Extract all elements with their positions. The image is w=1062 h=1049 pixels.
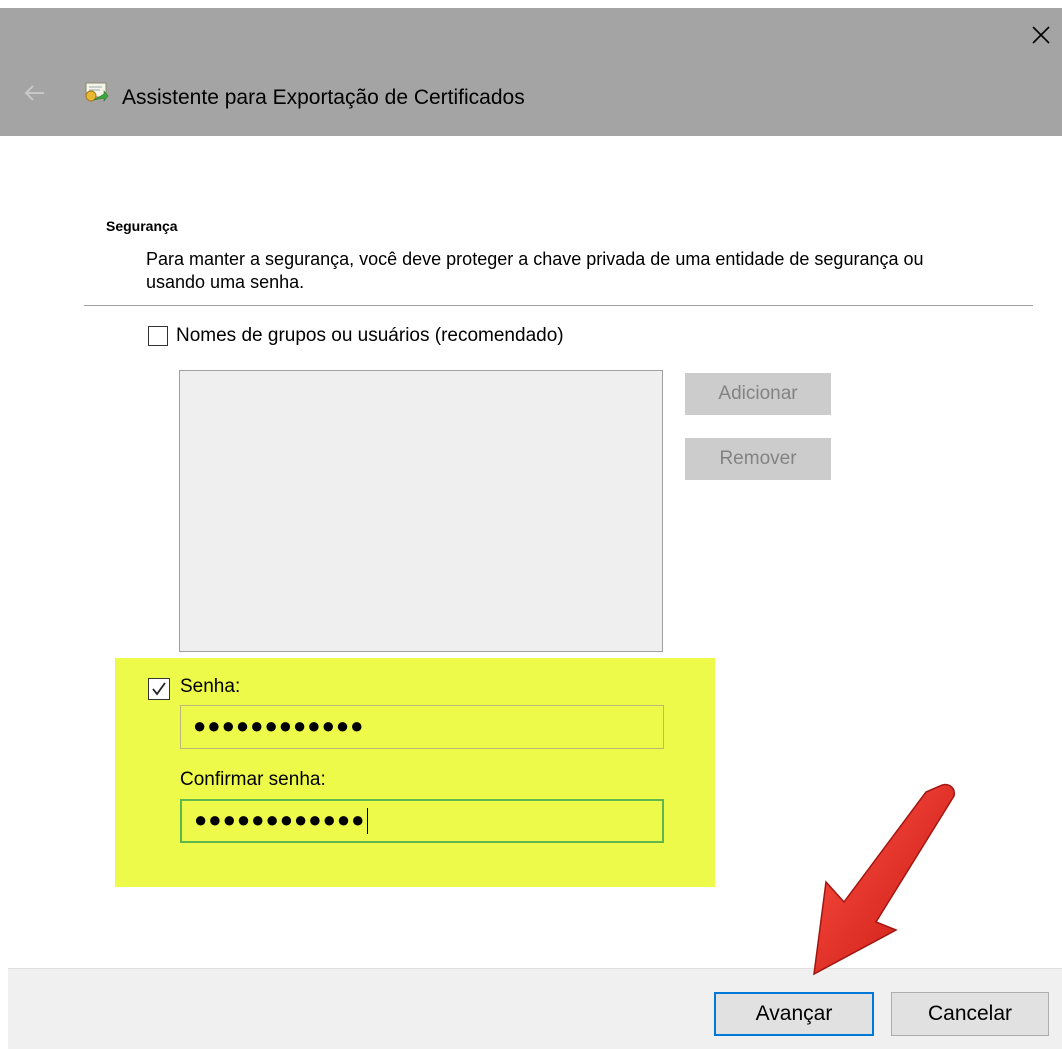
password-checkbox-label[interactable]: Senha: xyxy=(180,676,240,698)
title-bar: Assistente para Exportação de Certificad… xyxy=(0,8,1062,136)
cancel-button[interactable]: Cancelar xyxy=(891,992,1049,1036)
confirm-password-value: ●●●●●●●●●●●● xyxy=(194,807,366,832)
divider xyxy=(84,305,1033,306)
password-checkbox[interactable] xyxy=(148,678,170,700)
section-heading: Segurança xyxy=(106,218,178,234)
groups-list[interactable] xyxy=(179,370,663,652)
confirm-password-label: Confirmar senha: xyxy=(180,769,326,790)
password-value: ●●●●●●●●●●●● xyxy=(193,713,365,738)
add-button[interactable]: Adicionar xyxy=(685,373,831,415)
password-input[interactable]: ●●●●●●●●●●●● xyxy=(180,705,664,749)
back-arrow-icon xyxy=(24,85,44,101)
confirm-password-input[interactable]: ●●●●●●●●●●●● xyxy=(180,799,664,843)
remove-button[interactable]: Remover xyxy=(685,438,831,480)
section-description: Para manter a segurança, você deve prote… xyxy=(146,249,924,292)
close-button[interactable] xyxy=(1028,22,1054,48)
window-title: Assistente para Exportação de Certificad… xyxy=(122,86,525,109)
certificate-icon xyxy=(80,80,110,106)
top-strip xyxy=(0,0,1062,8)
groups-checkbox[interactable] xyxy=(148,326,168,346)
groups-checkbox-label[interactable]: Nomes de grupos ou usuários (recomendado… xyxy=(176,325,564,347)
checkmark-icon xyxy=(152,682,166,696)
annotation-arrow-icon xyxy=(813,783,955,976)
text-caret xyxy=(367,808,369,835)
next-button[interactable]: Avançar xyxy=(714,992,874,1036)
close-icon xyxy=(1032,26,1050,44)
back-button[interactable] xyxy=(24,84,46,102)
